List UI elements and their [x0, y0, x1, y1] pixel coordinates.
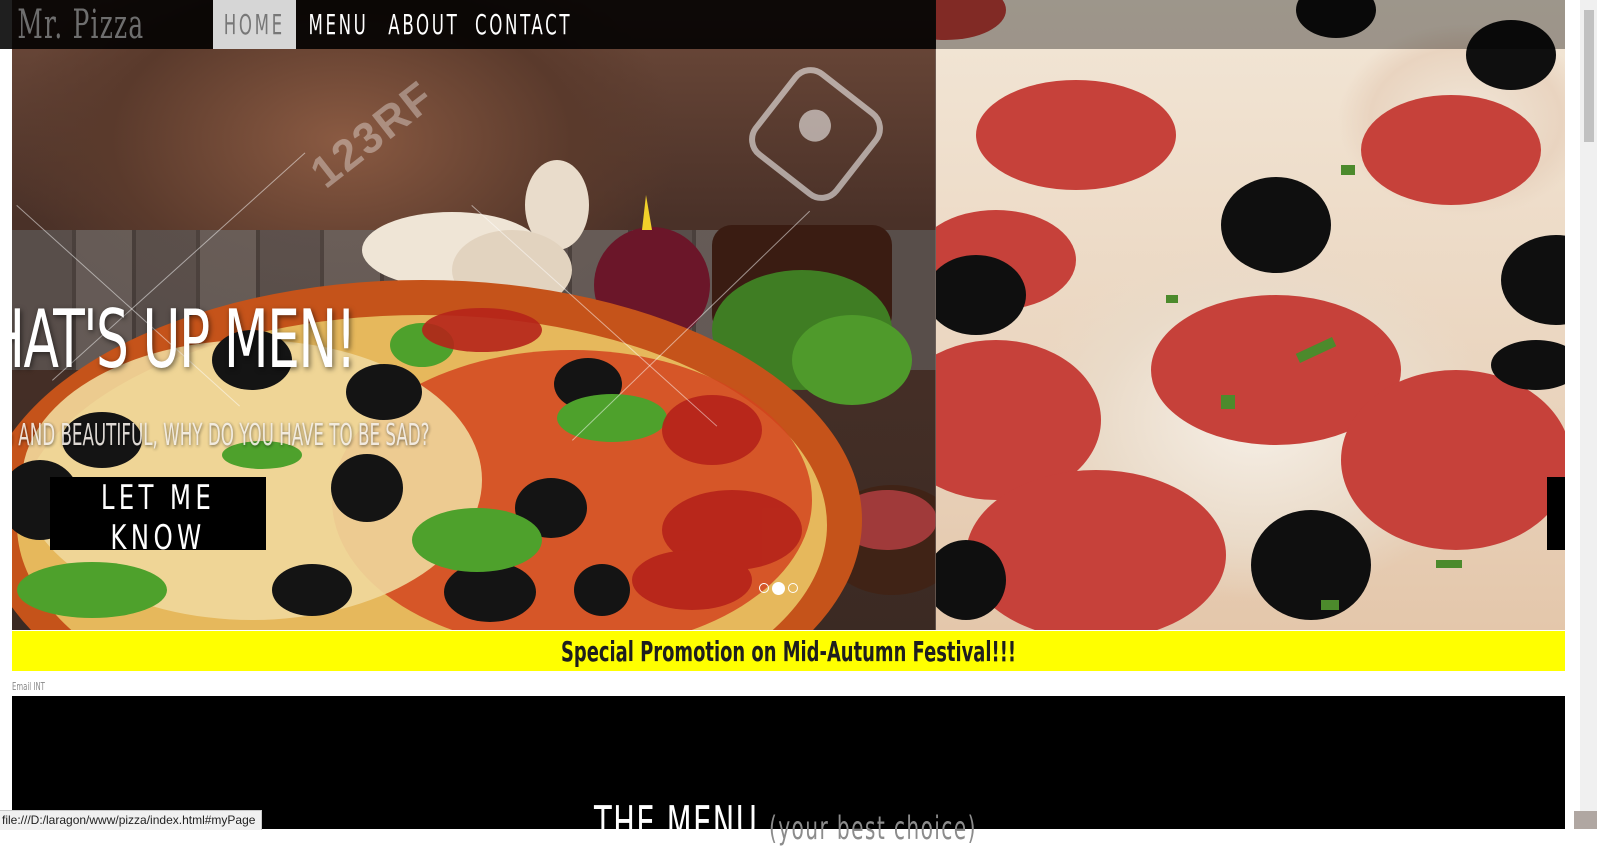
vertical-scrollbar[interactable] — [1580, 0, 1597, 829]
email-label: Email INT — [12, 680, 45, 693]
hero-subheading: G AND BEAUTIFUL, WHY DO YOU HAVE TO BE S… — [12, 418, 430, 453]
slide-indicator-3[interactable] — [788, 583, 798, 593]
pepperoni-illustration — [936, 0, 1565, 630]
status-bar-url: file:///D:/laragon/www/pizza/index.html#… — [0, 810, 263, 830]
hero-carousel: 123RF HAT'S UP MEN! G AND BEAUTIFUL, WHY… — [12, 0, 1565, 630]
carousel-next-button[interactable] — [1547, 477, 1565, 550]
slide-image-pepperoni-closeup — [936, 0, 1565, 630]
slide-indicator-2[interactable] — [772, 582, 785, 595]
promotion-banner: Special Promotion on Mid-Autumn Festival… — [12, 631, 1565, 671]
menu-title-text: THE MENU — [594, 796, 759, 850]
hero-heading: HAT'S UP MEN! — [12, 293, 357, 386]
nav-item-menu[interactable]: MENU — [296, 0, 380, 49]
nav-item-about[interactable]: ABOUT — [380, 0, 468, 49]
menu-section-title: THE MENU (your best choice) — [594, 796, 977, 850]
nav-item-contact[interactable]: CONTACT — [468, 0, 580, 49]
slide-divider — [935, 0, 936, 630]
scrollbar-thumb[interactable] — [1584, 10, 1594, 142]
top-navbar: Mr. Pizza HOME MENU ABOUT CONTACT — [0, 0, 936, 49]
scroll-corner-thumbnail — [1574, 811, 1597, 829]
nav-item-home[interactable]: HOME — [213, 0, 296, 49]
let-me-know-button[interactable]: LET ME KNOW — [50, 477, 266, 558]
brand-logo[interactable]: Mr. Pizza — [0, 2, 143, 48]
promotion-text: Special Promotion on Mid-Autumn Festival… — [560, 634, 1017, 668]
menu-subtitle: (your best choice) — [768, 809, 977, 847]
slide-indicator-1[interactable] — [759, 583, 769, 593]
slide-indicators — [759, 582, 798, 595]
navbar-overlay — [936, 0, 1565, 49]
cta-label: LET ME KNOW — [100, 478, 216, 558]
